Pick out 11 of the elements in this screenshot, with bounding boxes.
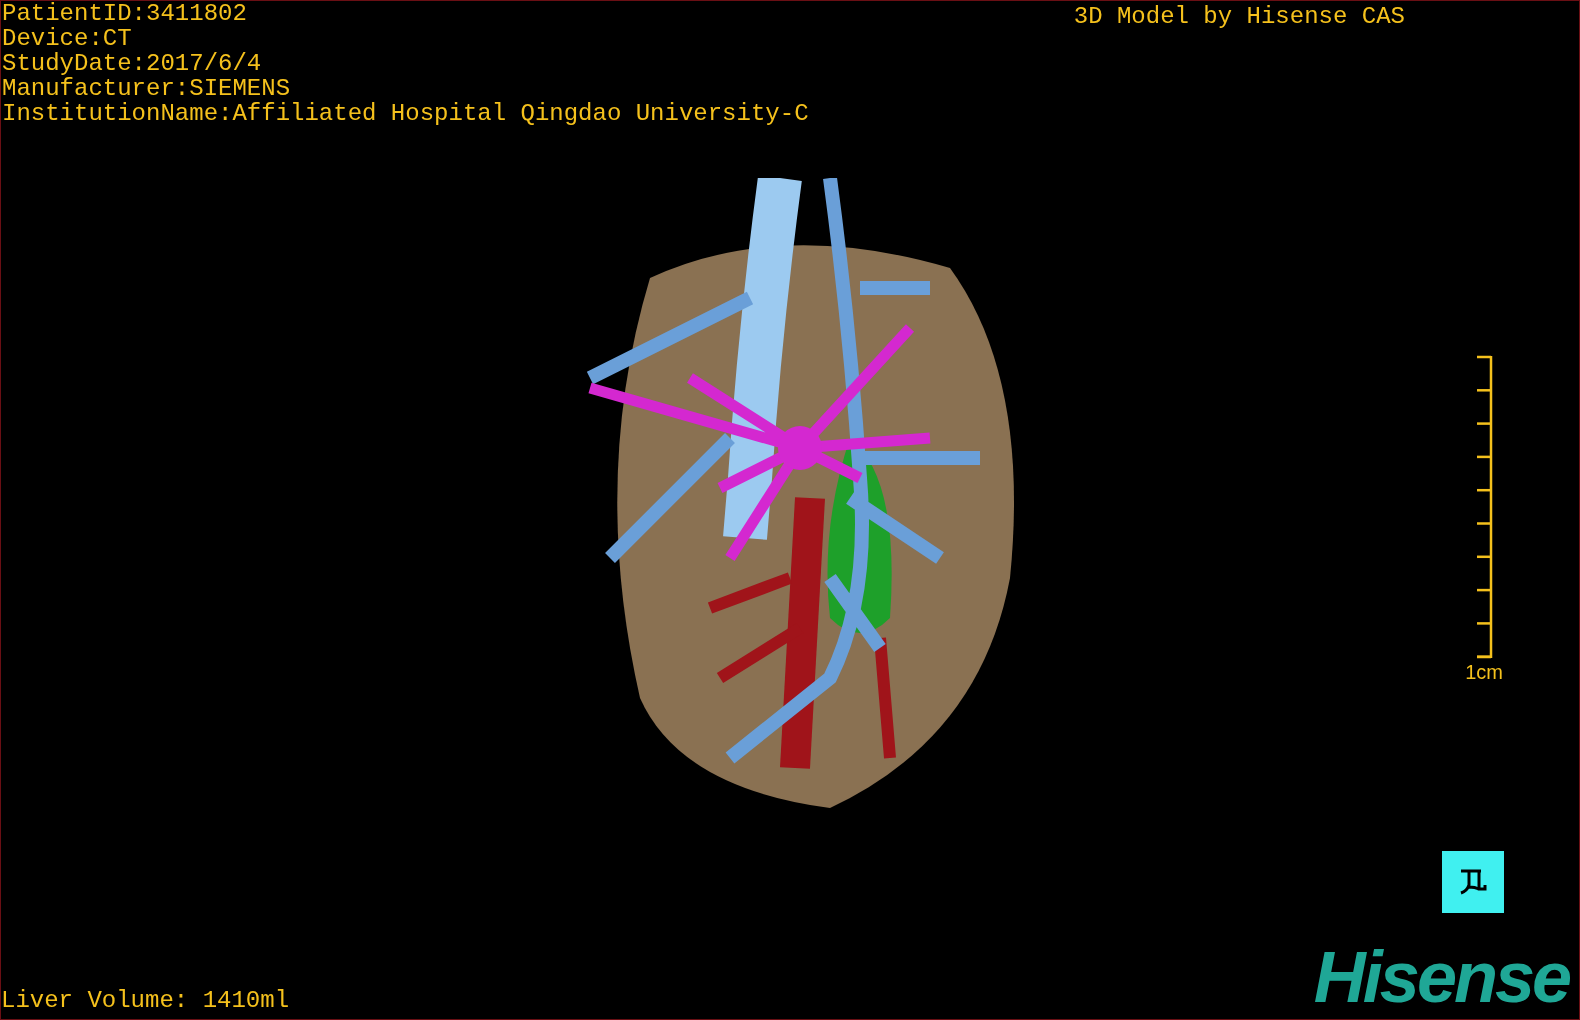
- study-info-line: StudyDate:2017/6/4: [2, 51, 263, 76]
- tool-button[interactable]: [1442, 851, 1504, 913]
- study-info-line: Device:CT: [2, 26, 133, 51]
- brand-logo: Hisense: [1313, 941, 1571, 1013]
- scale-bar-icon: [1475, 354, 1495, 660]
- liver-volume-text: Liver Volume: 1410ml: [1, 987, 290, 1015]
- study-info-line: PatientID:3411802: [2, 1, 248, 26]
- scale-label: 1cm: [1465, 660, 1503, 684]
- study-info-line: Manufacturer:SIEMENS: [2, 76, 292, 101]
- viewer-title: 3D Model by Hisense CAS: [1073, 2, 1405, 32]
- study-info-line: InstitutionName:Affiliated Hospital Qingdao University-C: [2, 101, 809, 126]
